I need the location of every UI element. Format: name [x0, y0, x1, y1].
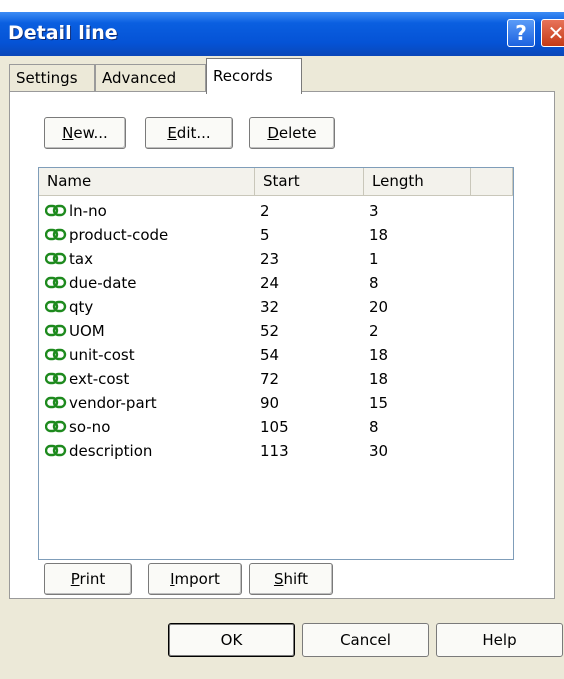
record-name: UOM	[69, 322, 105, 340]
column-header-blank	[471, 168, 513, 196]
link-icon	[45, 324, 67, 337]
record-name: tax	[69, 250, 93, 268]
list-item[interactable]: tax 23 1	[39, 248, 513, 270]
record-name: product-code	[69, 226, 169, 244]
list-item[interactable]: ext-cost 72 18	[39, 368, 513, 390]
title-bar[interactable]: Detail line ? ✕	[0, 12, 564, 56]
tab-advanced[interactable]: Advanced	[95, 64, 206, 92]
record-start: 24	[260, 274, 280, 292]
link-icon	[45, 252, 67, 265]
cancel-button[interactable]: Cancel	[302, 623, 429, 657]
list-item[interactable]: unit-cost 54 18	[39, 344, 513, 366]
record-name: unit-cost	[69, 346, 135, 364]
record-name: vendor-part	[69, 394, 157, 412]
record-length: 8	[369, 274, 379, 292]
record-length: 15	[369, 394, 389, 412]
help-button[interactable]: Help	[436, 623, 563, 657]
list-item[interactable]: description 113 30	[39, 440, 513, 462]
record-start: 113	[260, 442, 289, 460]
link-icon	[45, 228, 67, 241]
record-name: so-no	[69, 418, 111, 436]
tab-settings[interactable]: Settings	[9, 64, 95, 92]
record-start: 23	[260, 250, 280, 268]
import-button[interactable]: Import	[148, 563, 242, 595]
delete-button[interactable]: Delete	[249, 117, 335, 149]
link-icon	[45, 396, 67, 409]
help-title-button[interactable]: ?	[507, 19, 535, 47]
ok-button[interactable]: OK	[168, 623, 295, 657]
list-item[interactable]: UOM 52 2	[39, 320, 513, 342]
link-icon	[45, 300, 67, 313]
record-length: 1	[369, 250, 379, 268]
list-item[interactable]: product-code 5 18	[39, 224, 513, 246]
list-item[interactable]: due-date 24 8	[39, 272, 513, 294]
edit-button[interactable]: Edit...	[145, 117, 233, 149]
record-start: 2	[260, 202, 270, 220]
records-list[interactable]: Name Start Length ln-no 2 3 product-code 5 18…	[38, 167, 514, 560]
record-length: 3	[369, 202, 379, 220]
list-item[interactable]: qty 32 20	[39, 296, 513, 318]
record-length: 20	[369, 298, 389, 316]
record-start: 32	[260, 298, 280, 316]
record-length: 8	[369, 418, 379, 436]
link-icon	[45, 372, 67, 385]
shift-button[interactable]: Shift	[249, 563, 333, 595]
link-icon	[45, 276, 67, 289]
record-start: 90	[260, 394, 280, 412]
record-start: 72	[260, 370, 280, 388]
list-item[interactable]: vendor-part 90 15	[39, 392, 513, 414]
record-name: ext-cost	[69, 370, 130, 388]
record-start: 54	[260, 346, 280, 364]
column-header-length[interactable]: Length	[364, 168, 471, 196]
new-button[interactable]: New...	[44, 117, 126, 149]
record-length: 18	[369, 370, 389, 388]
record-name: description	[69, 442, 153, 460]
record-name: ln-no	[69, 202, 107, 220]
link-icon	[45, 204, 67, 217]
window-title: Detail line	[8, 22, 118, 44]
close-button[interactable]: ✕	[541, 19, 564, 47]
link-icon	[45, 348, 67, 361]
link-icon	[45, 444, 67, 457]
print-button[interactable]: Print	[44, 563, 132, 595]
record-name: qty	[69, 298, 94, 316]
record-length: 2	[369, 322, 379, 340]
record-start: 105	[260, 418, 289, 436]
record-start: 5	[260, 226, 270, 244]
tab-records[interactable]: Records	[206, 58, 302, 94]
record-start: 52	[260, 322, 280, 340]
column-header-start[interactable]: Start	[255, 168, 364, 196]
list-item[interactable]: so-no 105 8	[39, 416, 513, 438]
record-length: 18	[369, 226, 389, 244]
list-item[interactable]: ln-no 2 3	[39, 200, 513, 222]
link-icon	[45, 420, 67, 433]
record-length: 30	[369, 442, 389, 460]
column-header-name[interactable]: Name	[39, 168, 255, 196]
record-length: 18	[369, 346, 389, 364]
record-name: due-date	[69, 274, 137, 292]
